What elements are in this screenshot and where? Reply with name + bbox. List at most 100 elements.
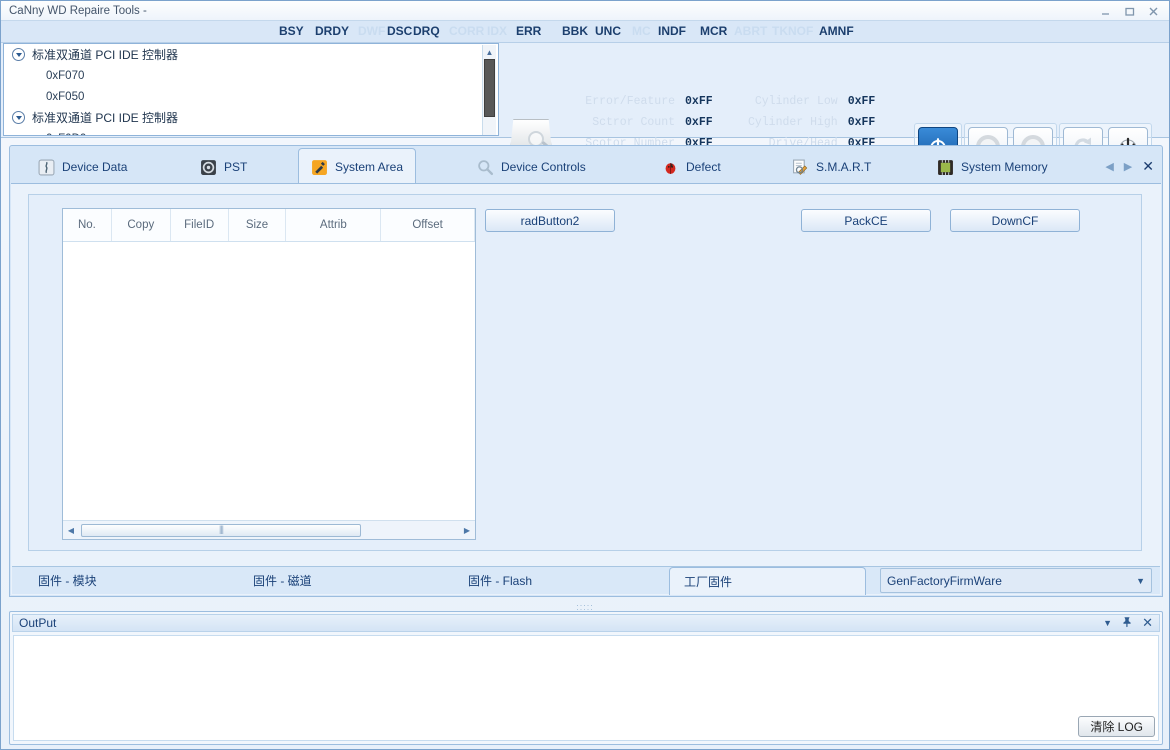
tab-s-m-a-r-t[interactable]: S.M.A.R.T — [780, 150, 883, 184]
clear-log-button[interactable]: 清除 LOG — [1078, 716, 1155, 737]
tab-content-system-area: No.CopyFileIDSizeAttribOffset ◀ ▶ radBut… — [11, 183, 1161, 595]
tree-vertical-scrollbar[interactable]: ▲ — [482, 45, 496, 135]
minimize-icon[interactable] — [1093, 2, 1117, 20]
grid-body[interactable] — [63, 242, 475, 517]
main-tab-panel: ◀ ▶ ✕ Device Data PST System Area Device Co… — [9, 145, 1163, 597]
status-flag-bar: BSY DRDY DWF DSC DRQ CORR IDX ERR BBK UNC MC INDF MC… — [1, 21, 1169, 43]
device-tree[interactable]: 标准双通道 PCI IDE 控制器 0xF070 0xF050 标准双通道 PCI I… — [3, 43, 499, 136]
grid-horizontal-scrollbar[interactable]: ◀ ▶ — [63, 520, 475, 539]
scroll-thumb[interactable] — [81, 523, 361, 537]
output-dock: OutPut ▼ ✕ 清除 LOG — [9, 611, 1163, 745]
firmware-tab-1[interactable]: 固件 - 磁道 — [239, 567, 454, 594]
register-label: Error/Feature — [585, 95, 676, 108]
tree-node[interactable]: 标准双通道 PCI IDE 控制器 — [4, 107, 498, 128]
status-flag-corr: CORR — [449, 24, 485, 38]
tab-nav-controls: ◀ ▶ ✕ — [1105, 158, 1154, 175]
register-label: Sctror Count — [592, 116, 676, 129]
module-grid[interactable]: No.CopyFileIDSizeAttribOffset ◀ ▶ — [62, 208, 476, 540]
tree-leaf[interactable]: 0xF070 — [4, 65, 498, 86]
register-row: Error/Feature 0xFF Cylinder Low 0xFF — [561, 91, 896, 112]
chevron-down-icon[interactable]: ▼ — [1136, 576, 1145, 586]
grid-column-header[interactable]: Size — [229, 209, 287, 241]
status-flag-mcr: MCR — [700, 24, 728, 38]
status-flag-indf: INDF — [658, 24, 686, 38]
application-window: CaNny WD Repaire Tools - BSY DRDY DWF DSC DR… — [0, 0, 1170, 750]
tree-item-label: 标准双通道 PCI IDE 控制器 — [32, 48, 179, 62]
tab-label: System Memory — [961, 160, 1048, 174]
tab-prev-icon[interactable]: ◀ — [1105, 160, 1113, 173]
tab-system-memory[interactable]: System Memory — [925, 150, 1060, 184]
scroll-left-icon[interactable]: ◀ — [63, 526, 79, 535]
tab-device-data[interactable]: Device Data — [26, 150, 139, 184]
tree-item-label: 0xF070 — [46, 69, 85, 82]
defect-icon — [662, 159, 679, 176]
device-controls-icon — [477, 159, 494, 176]
status-flag-amnf: AMNF — [819, 24, 854, 38]
grid-column-header[interactable]: Attrib — [286, 209, 382, 241]
scroll-right-icon[interactable]: ▶ — [459, 526, 475, 535]
maximize-icon[interactable] — [1117, 2, 1141, 20]
packce-button[interactable]: PackCE — [801, 209, 931, 232]
device-info-area: 标准双通道 PCI IDE 控制器 0xF070 0xF050 标准双通道 PCI I… — [1, 43, 1169, 171]
tree-item-label: 0xF050 — [46, 90, 85, 103]
firmware-tab-0[interactable]: 固件 - 模块 — [24, 567, 239, 594]
downcf-button[interactable]: DownCF — [950, 209, 1080, 232]
output-title: OutPut — [19, 616, 57, 630]
tab-next-icon[interactable]: ▶ — [1124, 160, 1132, 173]
tab-label: Defect — [686, 160, 721, 174]
register-value: 0xFF — [847, 95, 876, 108]
firmware-tab-strip: 工厂固件 固件 - Flash 固件 - 磁道 固件 - 模块 GenFactoryF… — [12, 566, 1160, 595]
status-flag-drdy: DRDY — [315, 24, 350, 38]
pin-icon[interactable] — [1121, 616, 1133, 631]
output-close-icon[interactable]: ✕ — [1142, 615, 1153, 631]
close-icon[interactable] — [1141, 2, 1165, 20]
tab-pst[interactable]: PST — [188, 150, 259, 184]
expand-collapse-icon[interactable] — [12, 111, 25, 124]
window-title: CaNny WD Repaire Tools - — [9, 4, 147, 17]
radbutton2-button[interactable]: radButton2 — [485, 209, 615, 232]
tree-node[interactable]: 标准双通道 PCI IDE 控制器 — [4, 44, 498, 65]
status-flag-bbk: BBK — [562, 24, 588, 38]
tree-item-label: 标准双通道 PCI IDE 控制器 — [32, 111, 179, 125]
register-label: Cylinder High — [747, 116, 838, 129]
scroll-track[interactable] — [79, 523, 459, 538]
window-controls — [1093, 1, 1165, 21]
tab-system-area[interactable]: System Area — [298, 148, 417, 185]
output-log-area[interactable] — [13, 635, 1159, 741]
firmware-tab-3[interactable]: 工厂固件 — [669, 567, 866, 595]
scroll-up-icon[interactable]: ▲ — [483, 45, 496, 59]
pst-icon — [200, 159, 217, 176]
register-value: 0xFF — [685, 95, 713, 108]
tab-close-icon[interactable]: ✕ — [1142, 158, 1154, 175]
status-flag-tknof: TKNOF — [772, 24, 814, 38]
firmware-combo[interactable]: GenFactoryFirmWare ▼ — [880, 568, 1152, 593]
scroll-thumb[interactable] — [484, 59, 495, 117]
tab-device-controls[interactable]: Device Controls — [465, 150, 598, 184]
status-flag-mc: MC — [632, 24, 651, 38]
system-memory-icon — [937, 159, 954, 176]
output-menu-icon[interactable]: ▼ — [1103, 618, 1112, 628]
status-flag-dsc: DSC — [387, 24, 413, 38]
tab-defect[interactable]: Defect — [650, 150, 733, 184]
tab-label: Device Controls — [501, 160, 586, 174]
status-flag-drq: DRQ — [413, 24, 440, 38]
register-row: Sctror Count 0xFF Cylinder High 0xFF — [561, 112, 896, 133]
tree-leaf[interactable]: 0xF050 — [4, 86, 498, 107]
grid-column-header[interactable]: Copy — [112, 209, 171, 241]
register-value: 0xFF — [847, 116, 876, 129]
title-bar: CaNny WD Repaire Tools - — [1, 1, 1169, 21]
status-flag-unc: UNC — [595, 24, 621, 38]
status-flag-err: ERR — [516, 24, 542, 38]
tree-leaf[interactable]: 0xF0D0 — [4, 128, 498, 136]
output-header-tools: ▼ ✕ — [1103, 615, 1153, 631]
system-area-pane: No.CopyFileIDSizeAttribOffset ◀ ▶ radBut… — [28, 194, 1142, 551]
expand-collapse-icon[interactable] — [12, 48, 25, 61]
output-header: OutPut ▼ ✕ — [12, 614, 1160, 632]
grid-header-row: No. Copy FileID Size Attrib Offset — [63, 209, 475, 242]
grid-column-header[interactable]: FileID — [171, 209, 229, 241]
tab-label: S.M.A.R.T — [816, 160, 872, 174]
grid-column-header[interactable]: Offset — [381, 209, 475, 241]
grid-column-header[interactable]: No. — [63, 209, 112, 241]
system-area-icon — [311, 159, 328, 176]
firmware-tab-2[interactable]: 固件 - Flash — [454, 567, 669, 594]
